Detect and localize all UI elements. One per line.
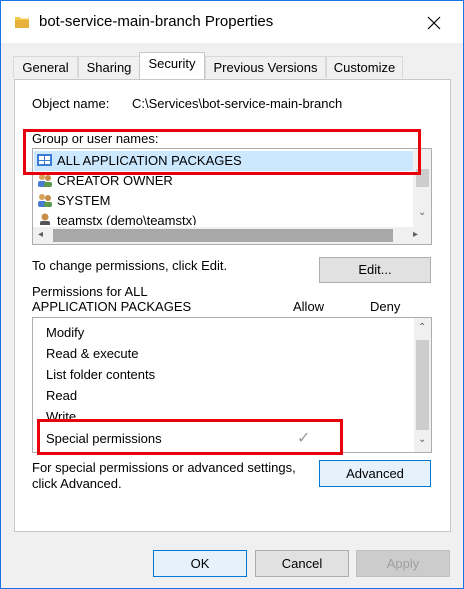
users-icon — [38, 174, 52, 187]
group-list-vscrollbar[interactable]: ⌄ — [413, 149, 431, 227]
user-icon — [40, 213, 50, 225]
permissions-vscrollbar[interactable]: ⌃ ⌄ — [414, 318, 431, 452]
group-names-list[interactable]: ALL APPLICATION PACKAGES CREATOR OWNER S… — [32, 148, 432, 245]
window-title: bot-service-main-branch Properties — [39, 13, 274, 30]
properties-dialog: bot-service-main-branch Properties Gener… — [0, 0, 464, 589]
special-settings-text-line1: For special permissions or advanced sett… — [32, 460, 296, 475]
group-name: teamstx (demo\teamstx) — [57, 213, 197, 225]
group-list-hscrollbar[interactable]: ◂ ▸ — [33, 227, 431, 244]
scroll-right-icon[interactable]: ▸ — [413, 229, 418, 240]
scroll-down-icon[interactable]: ⌄ — [418, 434, 426, 445]
permissions-label-line2: APPLICATION PACKAGES — [32, 299, 192, 314]
permission-row-modify: Modify — [46, 325, 85, 340]
close-icon — [427, 16, 441, 30]
scroll-up-icon[interactable]: ⌃ — [418, 322, 426, 333]
advanced-button[interactable]: Advanced — [319, 460, 431, 487]
permission-row-write: Write — [46, 409, 77, 421]
group-names-label: Group or user names: — [32, 131, 159, 146]
users-icon — [38, 194, 52, 207]
cancel-button[interactable]: Cancel — [255, 550, 349, 577]
app-packages-icon — [37, 154, 52, 166]
list-item-all-application-packages[interactable]: ALL APPLICATION PACKAGES — [34, 151, 414, 171]
apply-button[interactable]: Apply — [356, 550, 450, 577]
permission-row-special: Special permissions — [46, 431, 162, 446]
permissions-list[interactable]: Modify Read & execute List folder conten… — [32, 317, 432, 453]
special-allow-check-icon: ✓ — [297, 430, 311, 447]
tab-security[interactable]: Security — [139, 52, 205, 79]
tab-general[interactable]: General — [13, 56, 78, 78]
group-name: CREATOR OWNER — [57, 173, 173, 188]
ok-button[interactable]: OK — [153, 550, 247, 577]
list-item-creator-owner[interactable]: CREATOR OWNER — [37, 171, 173, 191]
permission-row-list-folder: List folder contents — [46, 367, 156, 382]
object-name-label: Object name: — [32, 96, 110, 111]
permission-row-read: Read — [46, 388, 78, 403]
scroll-down-icon[interactable]: ⌄ — [418, 207, 426, 218]
list-item-teamstx[interactable]: teamstx (demo\teamstx) — [37, 211, 196, 225]
tab-customize[interactable]: Customize — [326, 56, 403, 78]
special-settings-text-line2: click Advanced. — [32, 476, 122, 491]
folder-icon — [15, 17, 29, 28]
scroll-thumb[interactable] — [416, 169, 429, 187]
group-name: ALL APPLICATION PACKAGES — [57, 153, 242, 168]
scroll-thumb[interactable] — [416, 340, 429, 430]
change-permissions-text: To change permissions, click Edit. — [32, 258, 228, 273]
scroll-thumb[interactable] — [53, 229, 393, 242]
security-panel: Object name: C:\Services\bot-service-mai… — [14, 79, 451, 532]
allow-header: Allow — [293, 299, 325, 314]
tab-sharing[interactable]: Sharing — [78, 56, 140, 78]
tab-previous-versions[interactable]: Previous Versions — [205, 56, 326, 78]
permissions-label-line1: Permissions for ALL — [32, 284, 148, 299]
group-name: SYSTEM — [57, 193, 111, 208]
object-name-value: C:\Services\bot-service-main-branch — [132, 96, 343, 111]
close-button[interactable] — [417, 11, 451, 35]
scroll-left-icon[interactable]: ◂ — [38, 229, 43, 240]
title-bar: bot-service-main-branch Properties — [1, 1, 463, 43]
permission-row-read-execute: Read & execute — [46, 346, 139, 361]
edit-button[interactable]: Edit... — [319, 257, 431, 283]
list-item-system[interactable]: SYSTEM — [37, 191, 110, 211]
deny-header: Deny — [370, 299, 401, 314]
